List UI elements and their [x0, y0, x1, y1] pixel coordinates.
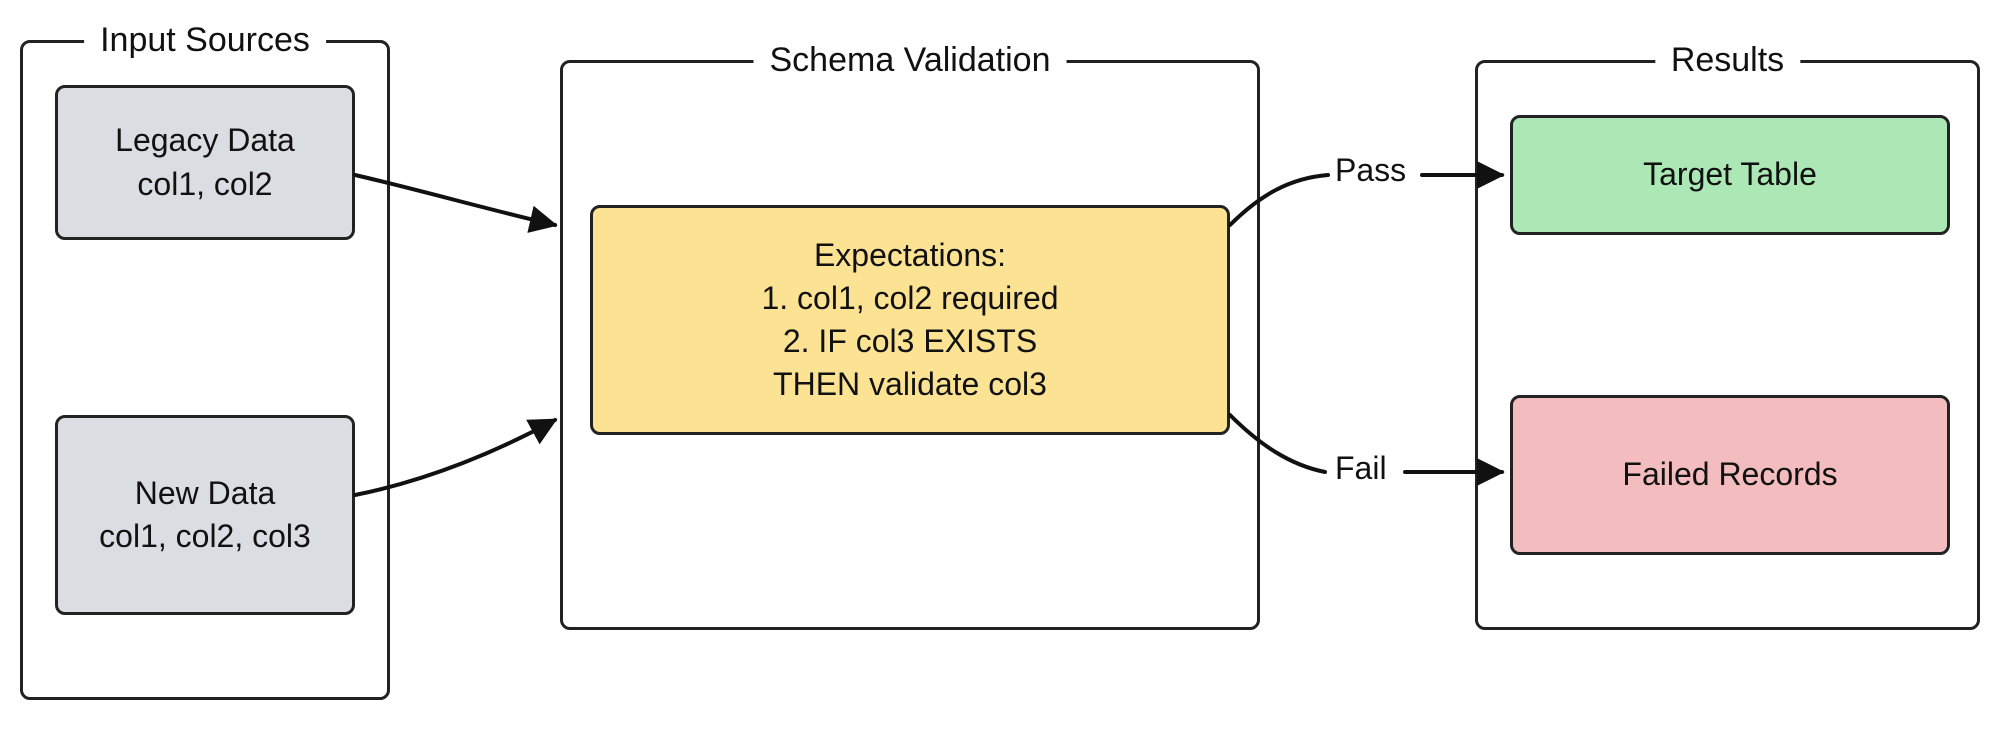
- expectations-line-1: Expectations:: [814, 234, 1006, 277]
- expectations-line-3: 2. IF col3 EXISTS: [783, 320, 1037, 363]
- box-expectations: Expectations: 1. col1, col2 required 2. …: [590, 205, 1230, 435]
- box-legacy-data-title: Legacy Data: [115, 119, 295, 162]
- box-target-table-label: Target Table: [1643, 153, 1817, 196]
- box-legacy-data: Legacy Data col1, col2: [55, 85, 355, 240]
- box-failed-records-label: Failed Records: [1622, 453, 1837, 496]
- panel-input-sources-title: Input Sources: [84, 21, 326, 60]
- expectations-line-4: THEN validate col3: [773, 363, 1047, 406]
- box-new-data: New Data col1, col2, col3: [55, 415, 355, 615]
- box-target-table: Target Table: [1510, 115, 1950, 235]
- box-new-data-title: New Data: [135, 472, 276, 515]
- edge-label-fail: Fail: [1335, 450, 1387, 487]
- box-new-data-cols: col1, col2, col3: [99, 515, 311, 558]
- diagram-canvas: Input Sources Legacy Data col1, col2 New…: [0, 0, 1998, 736]
- box-legacy-data-cols: col1, col2: [137, 163, 272, 206]
- box-failed-records: Failed Records: [1510, 395, 1950, 555]
- expectations-line-2: 1. col1, col2 required: [761, 277, 1058, 320]
- panel-schema-validation-title: Schema Validation: [754, 41, 1067, 80]
- edge-label-pass: Pass: [1335, 152, 1406, 189]
- panel-results-title: Results: [1655, 41, 1800, 80]
